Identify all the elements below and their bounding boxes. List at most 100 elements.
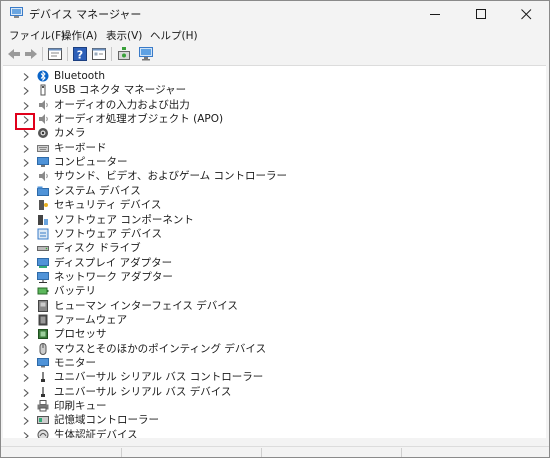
expand-chevron-icon[interactable] [21,402,31,412]
expand-chevron-icon[interactable] [21,302,31,312]
monitor-view-icon[interactable] [138,46,154,62]
tree-node-label: ディスプレイ アダプター [54,256,173,269]
tree-node[interactable]: 印刷キュー [3,400,543,414]
tree-node[interactable]: プロセッサ [3,328,543,342]
device-manager-window: デバイス マネージャー ファイル(F) 操作(A) 表示(V) ヘルプ(H) ?… [0,0,550,458]
maximize-icon [476,9,486,19]
tree-node[interactable]: 記憶域コントローラー [3,414,543,428]
expand-chevron-icon[interactable] [21,86,31,96]
display-adapter-icon [37,257,49,268]
usb-icon [41,386,45,397]
tree-node[interactable]: ユニバーサル シリアル バス デバイス [3,386,543,400]
tree-node[interactable]: USB コネクタ マネージャー [3,84,543,98]
expand-chevron-icon[interactable] [21,172,31,182]
horizontal-scrollbar[interactable] [3,438,546,446]
tree-node[interactable]: キーボード [3,142,543,156]
menu-view[interactable]: 表示(V) [106,28,142,43]
maximize-button[interactable] [459,1,504,27]
toolbar-separator [42,47,43,61]
tree-node[interactable]: ソフトウェア デバイス [3,228,543,242]
tree-node-label: ネットワーク アダプター [54,270,173,283]
scan-hardware-icon[interactable] [116,46,132,62]
expand-chevron-icon[interactable] [21,144,31,154]
expand-chevron-icon[interactable] [21,330,31,340]
expand-chevron-icon[interactable] [21,287,31,297]
expand-chevron-icon[interactable] [21,316,31,326]
tree-node-label: 印刷キュー [54,400,107,413]
tree-node[interactable]: ディスプレイ アダプター [3,257,543,271]
tree-node[interactable]: セキュリティ デバイス [3,199,543,213]
tree-node-label: USB コネクタ マネージャー [54,84,187,97]
tree-node-label: セキュリティ デバイス [54,199,162,212]
expand-chevron-icon[interactable] [21,101,31,111]
tree-node[interactable]: サウンド、ビデオ、およびゲーム コントローラー [3,170,543,184]
computer-icon [37,157,49,168]
status-divider [121,448,122,457]
menu-bar: ファイル(F) 操作(A) 表示(V) ヘルプ(H) [1,27,549,44]
tree-node-label: ディスク ドライブ [54,242,141,255]
expand-chevron-icon[interactable] [21,388,31,398]
tree-node-label: ソフトウェア コンポーネント [54,213,194,226]
tree-node-label: カメラ [54,127,86,140]
menu-help[interactable]: ヘルプ(H) [150,28,198,43]
tree-node[interactable]: ファームウェア [3,314,543,328]
tree-node[interactable]: ソフトウェア コンポーネント [3,214,543,228]
tree-node[interactable]: モニター [3,357,543,371]
tree-node[interactable]: システム デバイス [3,185,543,199]
tree-node[interactable]: ヒューマン インターフェイス デバイス [3,299,543,314]
expand-chevron-icon[interactable] [21,345,31,355]
tree-node[interactable]: マウスとそのほかのポインティング デバイス [3,342,543,357]
back-arrow-icon[interactable] [6,46,22,62]
tree-node[interactable]: ディスク ドライブ [3,242,543,256]
usb-icon [41,372,45,383]
toolbar: ? [1,44,549,64]
tree-node-label: ヒューマン インターフェイス デバイス [54,299,238,312]
tree-node-label: サウンド、ビデオ、およびゲーム コントローラー [54,170,287,183]
expand-chevron-icon[interactable] [21,259,31,269]
tree-node-label: 記憶域コントローラー [54,414,159,427]
system-folder-icon [37,186,49,196]
menu-action[interactable]: 操作(A) [61,28,97,43]
tree-node[interactable]: カメラ [3,127,543,141]
tree-node[interactable]: ネットワーク アダプター [3,271,543,285]
forward-arrow-icon[interactable] [23,46,39,62]
expand-chevron-icon[interactable] [21,244,31,254]
tree-node-label: ユニバーサル シリアル バス デバイス [54,385,232,398]
tree-node-label: ソフトウェア デバイス [54,227,163,240]
highlight-marker [15,113,35,130]
speaker-icon [39,99,48,110]
expand-chevron-icon[interactable] [21,373,31,383]
expand-chevron-icon[interactable] [21,187,31,197]
close-button[interactable] [504,1,549,27]
tree-node[interactable]: ユニバーサル シリアル バス コントローラー [3,371,543,385]
keyboard-icon [37,144,49,152]
firmware-icon [38,314,48,326]
title-bar[interactable]: デバイス マネージャー [1,1,549,27]
hid-icon [38,299,48,312]
tree-node-label: コンピューター [54,156,128,169]
expand-chevron-icon[interactable] [21,273,31,283]
device-list-view-icon[interactable] [91,46,107,62]
tree-node[interactable]: バッテリ [3,285,543,299]
tree-node[interactable]: オーディオ処理オブジェクト (APO) [3,113,543,127]
expand-chevron-icon[interactable] [21,230,31,240]
device-manager-app-icon [10,7,23,18]
expand-chevron-icon[interactable] [21,359,31,369]
storage-controller-icon [37,416,49,425]
expand-chevron-icon[interactable] [21,201,31,211]
tree-node-label: ユニバーサル シリアル バス コントローラー [54,371,264,384]
expand-chevron-icon[interactable] [21,158,31,168]
expand-chevron-icon[interactable] [21,72,31,82]
tree-node[interactable]: オーディオの入力および出力 [3,99,543,113]
tree-node[interactable]: Bluetooth [3,70,543,84]
tree-node-label: オーディオの入力および出力 [54,98,190,111]
expand-chevron-icon[interactable] [21,416,31,426]
properties-view-icon[interactable] [47,46,63,62]
minimize-button[interactable] [413,1,458,27]
expand-chevron-icon[interactable] [21,129,31,139]
menu-file[interactable]: ファイル(F) [9,28,65,43]
expand-chevron-icon[interactable] [21,216,31,226]
device-tree[interactable]: Bluetooth USB コネクタ マネージャー オーディオの入力および出力オーデ… [3,65,546,439]
help-icon[interactable]: ? [72,46,88,62]
tree-node[interactable]: コンピューター [3,156,543,170]
